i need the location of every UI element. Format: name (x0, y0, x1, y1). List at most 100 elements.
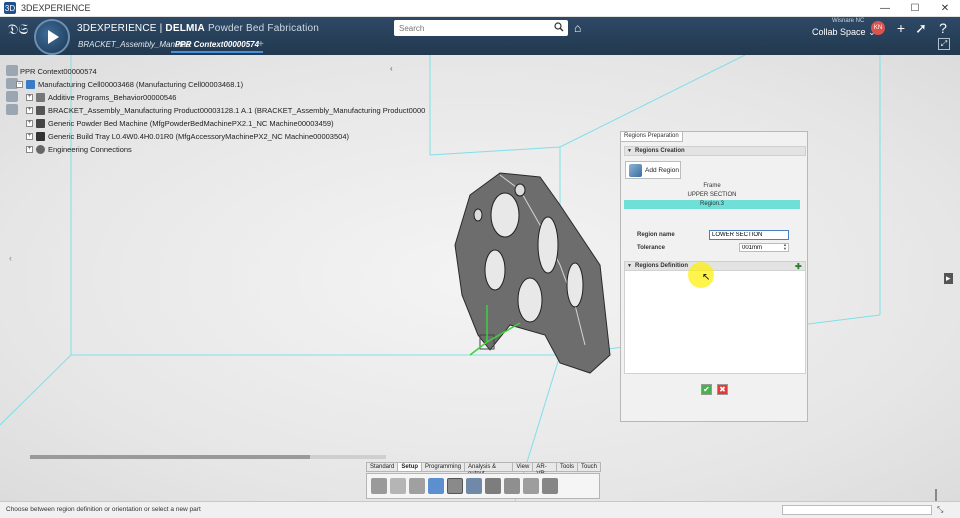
ok-button[interactable]: ✔ (701, 384, 712, 395)
regions-preparation-panel: Regions Preparation ▼ Regions Creation A… (620, 131, 808, 422)
tab-programming[interactable]: Programming (421, 462, 466, 472)
supports-icon[interactable] (523, 478, 539, 494)
window-title: 3DEXPERIENCE (21, 3, 91, 13)
expand-status-icon[interactable]: ⤡ (937, 505, 947, 515)
expand-icon[interactable]: + (26, 145, 33, 153)
undo-icon[interactable] (428, 478, 444, 494)
tab-view[interactable]: View (512, 462, 534, 472)
region-item-frame[interactable]: Frame (624, 182, 800, 191)
tree-item-bracket-product[interactable]: + BRACKET_Assembly_Manufacturing Product… (26, 104, 425, 116)
expand-icon[interactable]: + (26, 93, 33, 101)
bracket-part[interactable] (454, 172, 611, 374)
scan-path-icon[interactable] (542, 478, 558, 494)
command-input[interactable] (782, 505, 932, 515)
tree-item-label: BRACKET_Assembly_Manufacturing Product00… (48, 105, 426, 115)
regions-definition-area[interactable] (624, 270, 806, 374)
tab-standard[interactable]: Standard (366, 462, 399, 472)
tree-item-build-tray[interactable]: + Generic Build Tray L0.4W0.4H0.01R0 (Mf… (26, 130, 349, 142)
scrollbar-thumb[interactable] (30, 455, 310, 459)
close-button[interactable]: ✕ (930, 0, 960, 17)
expand-icon[interactable]: + (26, 119, 33, 127)
tree-item-label: Manufacturing Cell00003468 (Manufacturin… (38, 79, 244, 89)
expand-icon[interactable]: ⤢ (938, 38, 950, 50)
tree-item-manufacturing-cell[interactable]: − Manufacturing Cell00003468 (Manufactur… (16, 78, 243, 90)
chevron-left-icon[interactable]: ‹ (390, 64, 393, 73)
horizontal-scrollbar[interactable] (30, 455, 386, 459)
region-item-region-3[interactable]: Region.3 (624, 200, 800, 209)
maximize-button[interactable]: ☐ (900, 0, 930, 17)
chevron-left-icon[interactable]: ‹ (9, 253, 12, 263)
app-name: 3DEXPERIENCE | DELMIA Powder Bed Fabrica… (77, 23, 319, 34)
add-icon[interactable]: + (893, 20, 909, 36)
panel-tab[interactable]: Regions Preparation (621, 132, 683, 142)
paste-icon[interactable] (409, 478, 425, 494)
window-controls: — ☐ ✕ (870, 0, 960, 17)
tolerance-label: Tolerance (637, 245, 665, 251)
product-icon (36, 105, 45, 115)
regions-creation-header[interactable]: ▼ Regions Creation (624, 146, 806, 156)
section-title: Regions Creation (635, 148, 685, 154)
3d-viewport[interactable]: PPR Context00000574 − Manufacturing Cell… (0, 55, 960, 501)
collapse-icon[interactable]: − (16, 80, 23, 88)
tree-toggle-icon[interactable] (6, 65, 18, 76)
build-tray-icon[interactable] (466, 478, 482, 494)
action-bar-tabs: Standard Setup Programming Analysis & ou… (366, 462, 601, 477)
user-name: Wisnare NC (832, 18, 865, 24)
user-area[interactable]: Wisnare NC Collab Space ⌄ (812, 18, 876, 38)
axis-triad-icon[interactable] (928, 487, 948, 501)
add-region-button[interactable]: Add Region (625, 161, 681, 179)
tree-item-powder-bed-machine[interactable]: + Generic Powder Bed Machine (MfgPowderB… (26, 117, 334, 129)
region-name-label: Region name (637, 232, 675, 238)
layer-icon[interactable] (6, 104, 18, 115)
side-panel-toggle-icon[interactable]: ▸ (944, 273, 953, 284)
region-name-input[interactable] (709, 230, 789, 240)
search-box[interactable] (394, 20, 568, 36)
tree-item-label: Additive Programs_Behavior00000546 (48, 92, 177, 102)
view-icon[interactable] (6, 91, 18, 102)
program-icon (36, 92, 45, 102)
copy-icon[interactable] (390, 478, 406, 494)
expand-icon[interactable]: + (26, 132, 33, 140)
avatar[interactable]: KN (871, 21, 885, 35)
tab-ppr-context[interactable]: PPR Context00000574 (171, 38, 264, 53)
tag-icon[interactable]: ⌂ (574, 21, 588, 35)
search-icon[interactable] (554, 22, 564, 32)
action-bar: Standard Setup Programming Analysis & ou… (366, 462, 601, 500)
expand-icon[interactable]: + (26, 106, 33, 114)
collapse-triangle-icon: ▼ (627, 148, 632, 154)
product-name: DELMIA (165, 23, 205, 34)
minimize-button[interactable]: — (870, 0, 900, 17)
share-icon[interactable]: ➚ (913, 20, 929, 36)
regions-icon[interactable] (504, 478, 520, 494)
tab-tools[interactable]: Tools (555, 462, 578, 472)
manufacturing-cell-icon (26, 79, 35, 89)
collab-space-label[interactable]: Collab Space (812, 27, 866, 37)
setup-icon[interactable] (447, 478, 463, 494)
new-tab-icon[interactable]: + (258, 39, 264, 50)
search-input[interactable] (394, 21, 544, 35)
tree-item-label: Generic Build Tray L0.4W0.4H0.01R0 (MfgA… (48, 131, 349, 141)
tree-item-engineering-connections[interactable]: + Engineering Connections (26, 143, 132, 155)
mouse-cursor-icon: ↖ (702, 272, 711, 283)
orientation-icon[interactable] (485, 478, 501, 494)
app-title: Powder Bed Fabrication (207, 23, 320, 34)
cancel-button[interactable]: ✖ (717, 384, 728, 395)
tree-root[interactable]: PPR Context00000574 (20, 65, 97, 77)
connections-icon (36, 144, 45, 154)
section-title: Regions Definition (635, 263, 688, 269)
tab-touch[interactable]: Touch (576, 462, 601, 472)
cut-icon[interactable] (371, 478, 387, 494)
status-bar: Choose between region definition or orie… (0, 501, 960, 518)
window-titlebar: 3D 3DEXPERIENCE — ☐ ✕ (0, 0, 960, 17)
tray-icon (36, 131, 45, 141)
region-item-upper-section[interactable]: UPPER SECTION (624, 191, 800, 200)
spinner-icon[interactable]: ▲ ▼ (781, 243, 789, 252)
tab-analysis-output[interactable]: Analysis & output (464, 462, 514, 477)
tab-setup[interactable]: Setup (397, 462, 423, 472)
collapse-triangle-icon: ▼ (627, 263, 632, 269)
tree-item-additive-programs[interactable]: + Additive Programs_Behavior00000546 (26, 91, 176, 103)
status-message: Choose between region definition or orie… (6, 506, 201, 513)
help-icon[interactable]: ? (935, 20, 951, 36)
tab-ar-vr[interactable]: AR-VR (532, 462, 557, 477)
tree-item-label: Generic Powder Bed Machine (MfgPowderBed… (48, 118, 334, 128)
